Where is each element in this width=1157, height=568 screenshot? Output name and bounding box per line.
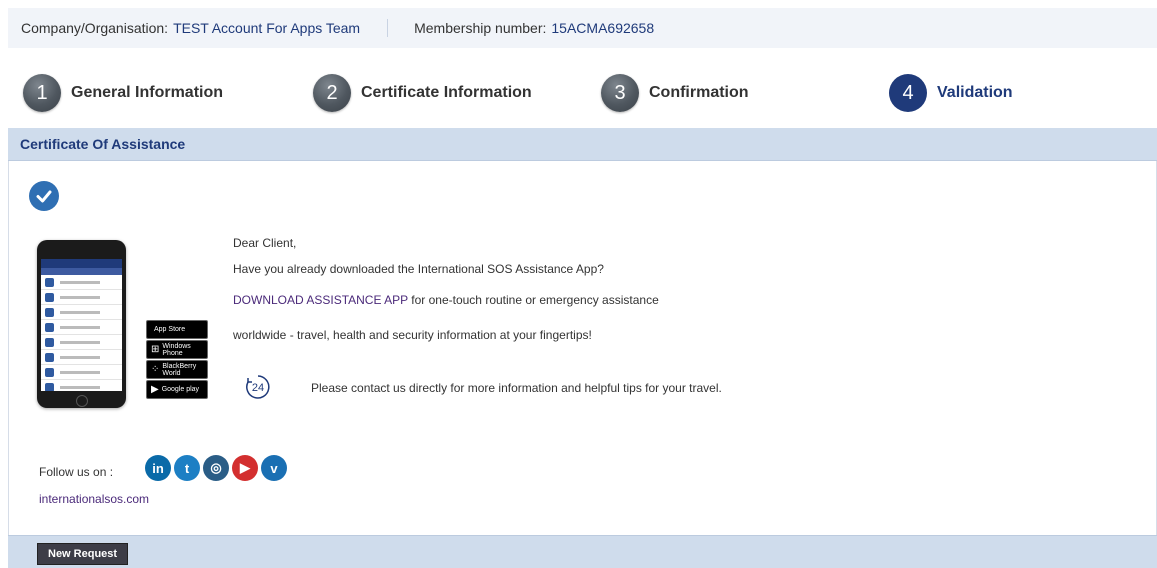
contact-text: Please contact us directly for more info… bbox=[311, 381, 722, 395]
app-store-badge[interactable]: App Store bbox=[146, 320, 208, 339]
step-validation: 4 Validation bbox=[889, 74, 1013, 112]
twitter-icon[interactable]: t bbox=[174, 455, 200, 481]
svg-text:24: 24 bbox=[252, 382, 264, 394]
badge-label: BlackBerry World bbox=[162, 362, 197, 377]
progress-steps: 1 General Information 2 Certificate Info… bbox=[0, 48, 1157, 128]
follow-us-label: Follow us on : bbox=[39, 465, 114, 479]
membership-label: Membership number: bbox=[414, 20, 547, 36]
phone-app-image bbox=[37, 240, 126, 408]
24-hour-icon: 24 bbox=[244, 373, 272, 401]
phone-screen bbox=[41, 259, 122, 391]
company-value: TEST Account For Apps Team bbox=[173, 20, 361, 36]
download-app-link[interactable]: DOWNLOAD ASSISTANCE APP bbox=[233, 293, 408, 307]
checkmark-icon bbox=[29, 181, 59, 211]
step-label: Validation bbox=[937, 84, 1013, 101]
greeting-text: Dear Client, bbox=[233, 236, 297, 250]
section-title: Certificate Of Assistance bbox=[20, 136, 186, 152]
website-link[interactable]: internationalsos.com bbox=[39, 492, 149, 506]
membership-value: 15ACMA692658 bbox=[551, 20, 655, 36]
step-confirmation: 3 Confirmation bbox=[601, 74, 749, 112]
step-number: 3 bbox=[601, 74, 639, 112]
download-line-text: for one-touch routine or emergency assis… bbox=[407, 293, 659, 307]
step-number: 1 bbox=[23, 74, 61, 112]
company-info: Company/Organisation: TEST Account For A… bbox=[21, 20, 360, 36]
badge-label: Windows Phone bbox=[162, 342, 191, 357]
linkedin-icon[interactable]: in bbox=[145, 455, 171, 481]
download-line: DOWNLOAD ASSISTANCE APP for one-touch ro… bbox=[233, 293, 659, 307]
account-bar: Company/Organisation: TEST Account For A… bbox=[8, 8, 1157, 48]
step-certificate-information: 2 Certificate Information bbox=[313, 74, 532, 112]
windows-icon: ⊞ bbox=[151, 344, 160, 355]
footer-bar: New Request bbox=[8, 535, 1157, 568]
company-label: Company/Organisation: bbox=[21, 20, 169, 36]
divider bbox=[387, 19, 389, 37]
step-general-information: 1 General Information bbox=[23, 74, 223, 112]
step-label: Confirmation bbox=[649, 84, 749, 101]
vimeo-icon[interactable]: v bbox=[261, 455, 287, 481]
google-play-badge[interactable]: ▶ Google play bbox=[146, 380, 208, 399]
blackberry-icon: ⁘ bbox=[151, 364, 160, 375]
blackberry-badge[interactable]: ⁘ BlackBerry World bbox=[146, 360, 208, 379]
badge-label: App Store bbox=[154, 326, 186, 333]
badge-label: Google play bbox=[161, 386, 200, 393]
youtube-icon[interactable]: ▶ bbox=[232, 455, 258, 481]
windows-phone-badge[interactable]: ⊞ Windows Phone bbox=[146, 340, 208, 359]
step-number: 2 bbox=[313, 74, 351, 112]
google-play-icon: ▶ bbox=[151, 384, 159, 395]
membership-info: Membership number: 15ACMA692658 bbox=[414, 20, 654, 36]
step-label: General Information bbox=[71, 84, 224, 101]
new-request-button[interactable]: New Request bbox=[37, 543, 129, 565]
question-text: Have you already downloaded the Internat… bbox=[233, 262, 604, 276]
section-header: Certificate Of Assistance bbox=[8, 128, 1157, 161]
instagram-icon[interactable]: ◎ bbox=[203, 455, 229, 481]
step-number: 4 bbox=[889, 74, 927, 112]
step-label: Certificate Information bbox=[361, 84, 532, 101]
fingertips-text: worldwide - travel, health and security … bbox=[233, 328, 592, 342]
phone-home-button bbox=[76, 395, 88, 407]
